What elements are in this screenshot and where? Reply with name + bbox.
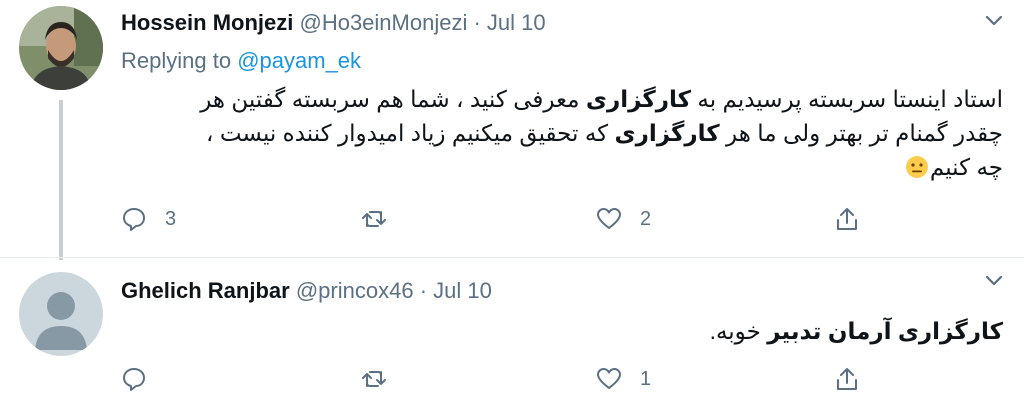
tweet-actions: 1 [121,364,881,394]
separator: · [419,278,428,303]
share-icon [837,368,857,390]
neutral-face-emoji-icon [905,156,928,178]
tweet-text-line: کارگزاری آرمان تدبیر خوبه. [121,314,1003,348]
text-run: چقدر گمنام تر بهتر ولی ما هر [719,120,1003,146]
reply-button[interactable]: 3 [121,204,176,234]
tweet-text: کارگزاری آرمان تدبیر خوبه. [121,314,1003,348]
avatar[interactable] [19,6,103,90]
heart-icon [597,368,621,389]
more-options-button[interactable] [980,266,1008,294]
like-button[interactable]: 1 [596,364,651,394]
reply-icon [123,208,145,231]
tweet-text-line: استاد اینستا سربسته پرسیدیم به کارگزاری … [121,82,1003,116]
avatar[interactable] [19,272,103,356]
handle[interactable]: @princox46 [296,278,414,303]
chevron-down-icon [985,15,1003,26]
retweet-button[interactable] [361,204,405,234]
tweet-text-line: چه کنیم [121,150,1003,184]
bold-text-run: کارگزاری آرمان تدبیر [767,318,1003,344]
user-photo-icon [19,6,103,90]
mention-link[interactable]: @payam_ek [237,48,361,73]
replying-to: Replying to @payam_ek [121,48,361,74]
display-name[interactable]: Ghelich Ranjbar [121,278,290,303]
text-run: استاد اینستا سربسته پرسیدیم به [691,86,1003,112]
text-run: معرفی کنید ، شما هم سربسته گفتین هر [200,86,586,112]
tweet-text: استاد اینستا سربسته پرسیدیم به کارگزاری … [121,82,1003,184]
share-button[interactable] [834,364,860,394]
tweet-date[interactable]: Jul 10 [487,10,546,35]
text-run: که تحقیق میکنیم زیاد امیدوار کننده نیست … [206,120,615,146]
like-button[interactable]: 2 [596,204,651,234]
text-run: چه کنیم [929,154,1003,180]
replying-to-label: Replying to [121,48,232,73]
tweet[interactable]: Ghelich Ranjbar @princox46 · Jul 10 کارگ… [0,258,1024,404]
retweet-icon [362,371,386,387]
thread-connector-line [59,100,63,260]
share-button[interactable] [834,204,860,234]
handle[interactable]: @Ho3einMonjezi [299,10,467,35]
tweet-text-line: چقدر گمنام تر بهتر ولی ما هر کارگزاری که… [121,116,1003,150]
reply-icon [123,368,145,391]
retweet-button[interactable] [361,364,405,394]
bold-text-run: کارگزاری [614,120,720,146]
reply-button[interactable] [121,364,165,394]
default-profile-icon [19,272,103,356]
like-count: 2 [640,207,652,230]
retweet-icon [362,211,386,227]
like-count: 1 [640,367,652,390]
separator: · [473,10,481,35]
chevron-down-icon [985,275,1003,286]
more-options-button[interactable] [980,6,1008,34]
tweet[interactable]: Hossein Monjezi @Ho3einMonjezi · Jul 10 … [0,0,1024,260]
share-icon [837,208,857,230]
tweet-header: Hossein Monjezi @Ho3einMonjezi · Jul 10 [121,10,546,36]
reply-count: 3 [165,207,177,230]
tweet-header: Ghelich Ranjbar @princox46 · Jul 10 [121,278,492,304]
bold-text-run: کارگزاری [585,86,692,112]
heart-icon [597,208,621,229]
text-run: خوبه. [709,318,768,344]
tweet-date[interactable]: Jul 10 [433,278,492,303]
display-name[interactable]: Hossein Monjezi [121,10,293,35]
tweet-actions: 3 2 [121,204,881,234]
